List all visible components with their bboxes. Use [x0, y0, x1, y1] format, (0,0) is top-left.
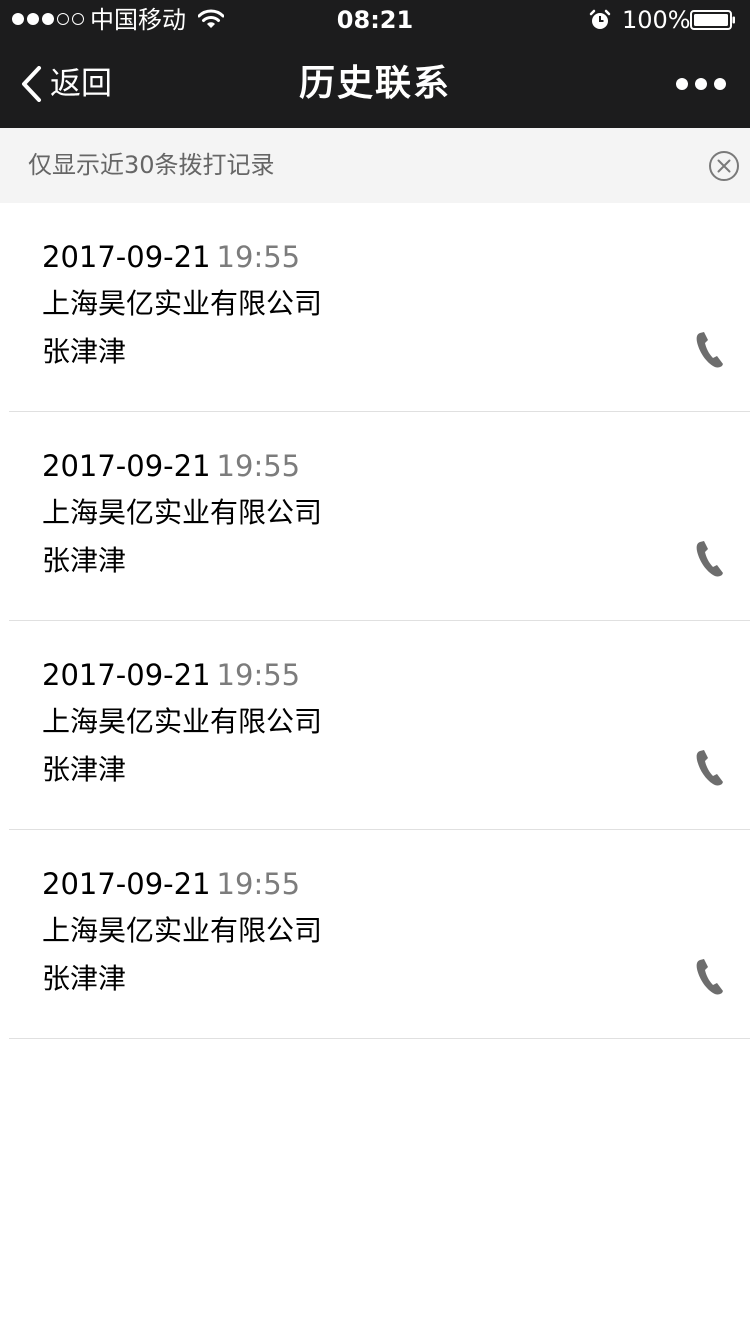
list-item[interactable]: 2017-09-21 19:55 上海昊亿实业有限公司 张津津	[9, 412, 750, 621]
list-item[interactable]: 2017-09-21 19:55 上海昊亿实业有限公司 张津津	[9, 203, 750, 412]
phone-icon[interactable]	[695, 331, 725, 369]
back-button[interactable]: 返回	[20, 62, 112, 106]
navigation-bar: 历史联系 返回	[0, 40, 750, 128]
status-bar: 中国移动 08:21 100%	[0, 0, 750, 40]
notice-banner: 仅显示近30条拨打记录	[0, 128, 750, 203]
close-circle-icon[interactable]	[708, 150, 740, 182]
phone-icon[interactable]	[695, 540, 725, 578]
record-date: 2017-09-21	[42, 240, 211, 274]
record-datetime: 2017-09-21 19:55	[42, 657, 300, 693]
list-item[interactable]: 2017-09-21 19:55 上海昊亿实业有限公司 张津津	[9, 830, 750, 1039]
list-item[interactable]: 2017-09-21 19:55 上海昊亿实业有限公司 张津津	[9, 621, 750, 830]
record-company: 上海昊亿实业有限公司	[42, 287, 323, 320]
record-date: 2017-09-21	[42, 658, 211, 692]
record-time: 19:55	[216, 867, 301, 901]
record-datetime: 2017-09-21 19:55	[42, 239, 300, 275]
record-date: 2017-09-21	[42, 867, 211, 901]
record-datetime: 2017-09-21 19:55	[42, 866, 300, 902]
back-label: 返回	[50, 66, 112, 102]
record-time: 19:55	[216, 240, 301, 274]
record-contact: 张津津	[42, 962, 127, 995]
more-dot	[714, 78, 726, 90]
top-bar: 中国移动 08:21 100% 历史联系 返回	[0, 0, 750, 128]
record-contact: 张津津	[42, 544, 127, 577]
call-history-list: 2017-09-21 19:55 上海昊亿实业有限公司 张津津 2017-09-2…	[0, 203, 750, 1039]
more-dots-icon[interactable]	[676, 74, 726, 94]
alarm-clock-icon	[589, 9, 611, 29]
record-datetime: 2017-09-21 19:55	[42, 448, 300, 484]
notice-text: 仅显示近30条拨打记录	[28, 151, 275, 179]
phone-icon[interactable]	[695, 958, 725, 996]
page-title: 历史联系	[298, 63, 451, 104]
record-company: 上海昊亿实业有限公司	[42, 496, 323, 529]
battery-icon	[690, 10, 735, 30]
record-company: 上海昊亿实业有限公司	[42, 705, 323, 738]
record-company: 上海昊亿实业有限公司	[42, 914, 323, 947]
record-time: 19:55	[216, 449, 301, 483]
phone-icon[interactable]	[695, 749, 725, 787]
more-dot	[695, 78, 707, 90]
record-time: 19:55	[216, 658, 301, 692]
record-date: 2017-09-21	[42, 449, 211, 483]
record-contact: 张津津	[42, 753, 127, 786]
battery-percent: 100%	[622, 6, 691, 34]
chevron-left-icon	[22, 66, 41, 102]
more-dot	[676, 78, 688, 90]
record-contact: 张津津	[42, 335, 127, 368]
